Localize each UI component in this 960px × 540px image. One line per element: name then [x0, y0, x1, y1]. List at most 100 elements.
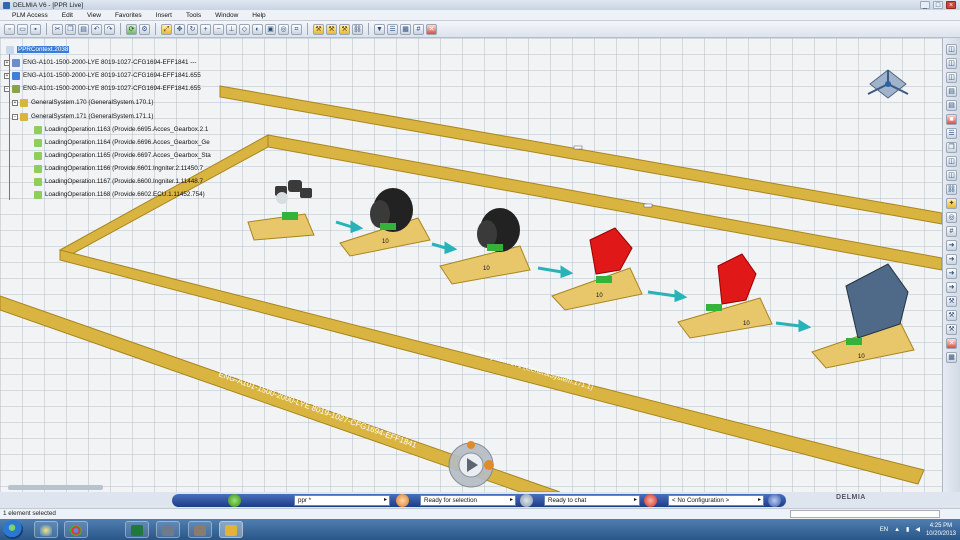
tree-item[interactable]: + GeneralSystem.170 (GeneralSystem.170.1… [12, 97, 154, 108]
tree-root[interactable]: PPRContext.2038 [6, 44, 70, 55]
iso-view-icon[interactable]: ◇ [239, 23, 250, 35]
tree-icon[interactable]: ☰ [387, 23, 398, 35]
pan-icon[interactable]: ✥ [174, 23, 185, 35]
tray-icon[interactable]: ▲ [894, 527, 900, 533]
chart-icon[interactable]: ▦ [946, 352, 957, 363]
taskbar-excel[interactable] [125, 521, 149, 538]
play-icon[interactable] [447, 441, 495, 489]
pen-icon[interactable] [396, 494, 409, 507]
alert-icon[interactable] [644, 494, 657, 507]
menu-insert[interactable]: Insert [156, 12, 172, 19]
tree-operation[interactable]: LoadingOperation.1168 (Provide.6602.ECU.… [34, 189, 205, 200]
network-icon[interactable]: ▮ [906, 526, 909, 533]
capture-icon[interactable]: ◎ [278, 23, 289, 35]
tool-icon[interactable]: ⚒ [946, 324, 957, 335]
menu-edit[interactable]: Edit [62, 12, 73, 19]
process-icon[interactable]: ⚒ [326, 23, 337, 35]
undo-icon[interactable]: ↶ [91, 23, 102, 35]
measure-icon[interactable]: ⌗ [291, 23, 302, 35]
start-orb-icon[interactable] [3, 520, 23, 539]
clear-icon[interactable]: ✕ [426, 23, 437, 35]
cube-icon[interactable]: ◫ [946, 44, 957, 55]
context-dropdown[interactable]: ppr * ▸ [294, 495, 390, 506]
tree-item[interactable]: + ENG-A101-1500-2000-LYE 8019-1027-CFG16… [4, 70, 201, 81]
resource-icon[interactable]: ⚒ [339, 23, 350, 35]
language-indicator[interactable]: EN [880, 527, 888, 533]
close-button[interactable]: × [946, 1, 956, 9]
sheet-icon[interactable]: ▤ [946, 86, 957, 97]
normal-view-icon[interactable]: ⊥ [226, 23, 237, 35]
link-icon[interactable]: ⛓ [352, 23, 363, 35]
tree-item[interactable]: − GeneralSystem.171 (GeneralSystem.171.1… [12, 111, 154, 122]
menu-help[interactable]: Help [252, 12, 265, 19]
selection-status[interactable]: Ready for selection ▸ [420, 495, 516, 506]
volume-icon[interactable]: ◀ [915, 526, 920, 533]
grid-icon[interactable]: # [413, 23, 424, 35]
menu-plm-access[interactable]: PLM Access [12, 12, 48, 19]
menu-favorites[interactable]: Favorites [115, 12, 142, 19]
refresh-icon[interactable]: ⟳ [126, 23, 137, 35]
sheet-icon[interactable]: ▤ [946, 100, 957, 111]
horizontal-scrollbar[interactable] [8, 485, 103, 490]
power-input[interactable] [790, 510, 940, 518]
stop-icon[interactable]: ■ [946, 114, 957, 125]
compass-icon[interactable] [862, 68, 914, 108]
cube-icon[interactable]: ◫ [946, 72, 957, 83]
copy-icon[interactable]: ❐ [946, 142, 957, 153]
taskbar-chrome[interactable] [64, 521, 88, 538]
clock[interactable]: 4:25 PM 10/20/2013 [926, 522, 956, 538]
expand-icon[interactable]: − [4, 85, 10, 92]
rotate-icon[interactable]: ↻ [187, 23, 198, 35]
menu-view[interactable]: View [87, 12, 101, 19]
tree-operation[interactable]: LoadingOperation.1164 (Provide.6696.Acce… [34, 137, 210, 148]
hide-show-icon[interactable]: ◐ [252, 23, 263, 35]
star-icon[interactable]: ✦ [946, 198, 957, 209]
arrow-icon[interactable]: ➜ [946, 282, 957, 293]
table-icon[interactable]: ▦ [400, 23, 411, 35]
taskbar-app[interactable] [156, 521, 180, 538]
cube-icon[interactable]: ◫ [946, 58, 957, 69]
cut-icon[interactable]: ✂ [52, 23, 63, 35]
cube-icon[interactable]: ◫ [946, 156, 957, 167]
tree-item[interactable]: + ENG-A101-1500-2000-LYE 8019-1027-CFG16… [4, 57, 197, 68]
expand-icon[interactable]: − [12, 113, 18, 120]
minimize-button[interactable]: _ [920, 1, 930, 9]
expand-icon[interactable]: + [12, 99, 18, 106]
open-icon[interactable]: ▭ [17, 23, 28, 35]
tool-icon[interactable]: ⚒ [946, 310, 957, 321]
menu-tools[interactable]: Tools [186, 12, 201, 19]
zoom-in-icon[interactable]: + [200, 23, 211, 35]
filter-icon[interactable]: ▼ [374, 23, 385, 35]
fit-all-icon[interactable]: ⤢ [161, 23, 172, 35]
menu-window[interactable]: Window [215, 12, 238, 19]
chat-status[interactable]: Ready to chat ▸ [544, 495, 640, 506]
redo-icon[interactable]: ↷ [104, 23, 115, 35]
copy-icon[interactable]: ❐ [65, 23, 76, 35]
tree-operation[interactable]: LoadingOperation.1163 (Provide.6695.Acce… [34, 124, 208, 135]
configuration-dropdown[interactable]: < No Configuration > ▸ [668, 495, 764, 506]
filter-icon[interactable] [768, 494, 781, 507]
grid-icon[interactable]: # [946, 226, 957, 237]
list-icon[interactable]: ☰ [946, 128, 957, 139]
chat-icon[interactable] [520, 494, 533, 507]
expand-icon[interactable]: + [4, 59, 10, 66]
assembly-icon[interactable]: ⚒ [313, 23, 324, 35]
cube-icon[interactable]: ◫ [946, 170, 957, 181]
tree-operation[interactable]: LoadingOperation.1166 (Provide.6601.Ingn… [34, 163, 203, 174]
expand-icon[interactable]: + [4, 72, 10, 79]
zoom-out-icon[interactable]: − [213, 23, 224, 35]
link-icon[interactable]: ⛓ [946, 184, 957, 195]
tree-item[interactable]: − ENG-A101-1500-2000-LYE 8019-1027-CFG16… [4, 83, 201, 94]
taskbar-delmia[interactable] [219, 521, 243, 538]
compass-mini-icon[interactable] [228, 494, 241, 507]
arrow-icon[interactable]: ➜ [946, 240, 957, 251]
arrow-icon[interactable]: ➜ [946, 254, 957, 265]
arrow-icon[interactable]: ➜ [946, 268, 957, 279]
maximize-button[interactable]: □ [933, 1, 943, 9]
tree-operation[interactable]: LoadingOperation.1165 (Provide.6697.Acce… [34, 150, 211, 161]
delete-icon[interactable]: ✕ [946, 338, 957, 349]
render-style-icon[interactable]: ▣ [265, 23, 276, 35]
tree-operation[interactable]: LoadingOperation.1167 (Provide.6600.Ingn… [34, 176, 203, 187]
taskbar-ie[interactable] [34, 521, 58, 538]
paste-icon[interactable]: ▤ [78, 23, 89, 35]
